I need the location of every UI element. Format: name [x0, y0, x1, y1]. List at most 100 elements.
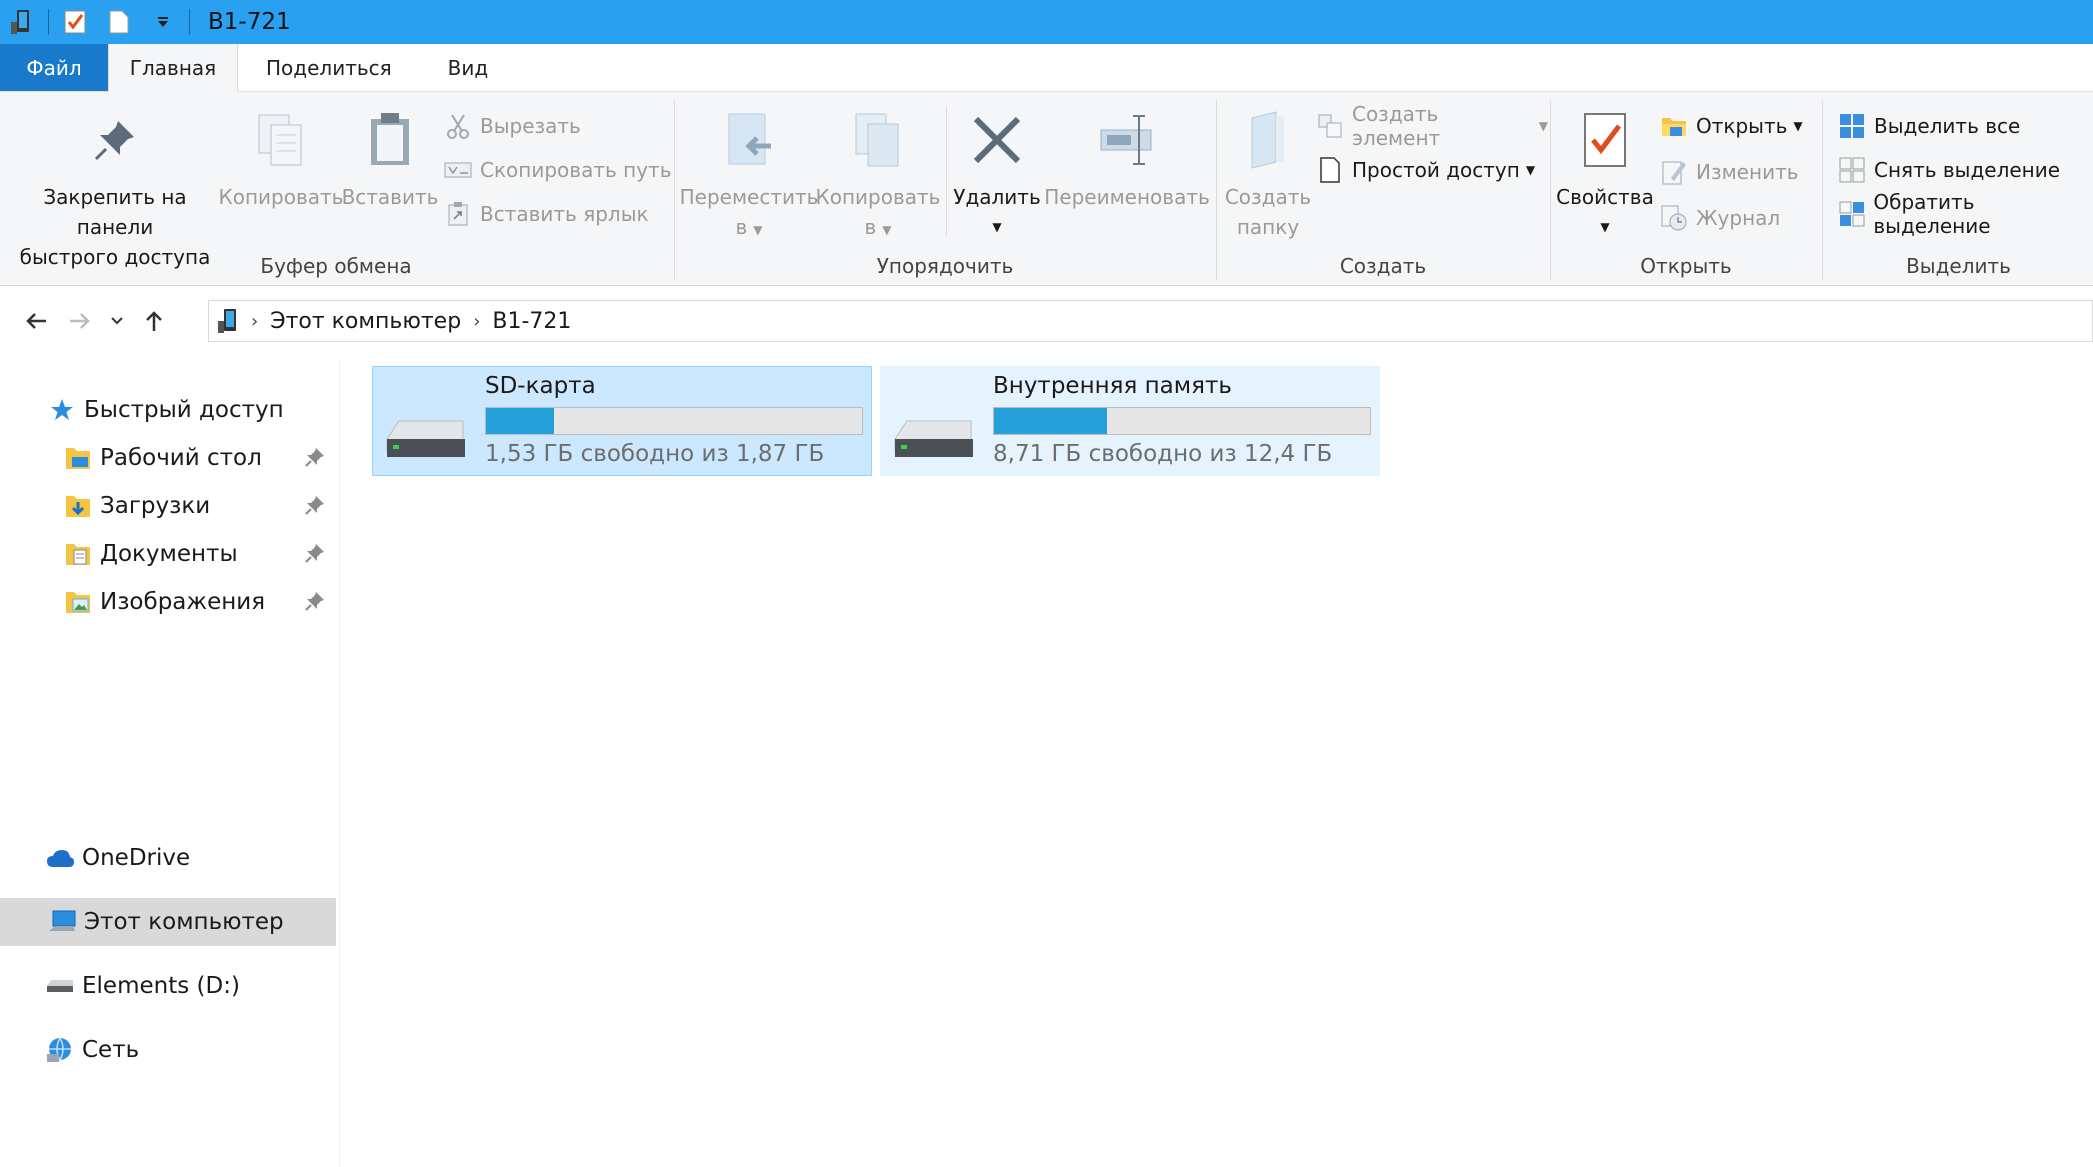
history-button[interactable]: Журнал	[1660, 200, 1780, 236]
easy-access-icon	[1316, 156, 1344, 184]
easy-access-dropdown-icon: ▼	[1525, 163, 1536, 177]
tab-home[interactable]: Главная	[108, 44, 238, 92]
edit-button[interactable]: Изменить	[1660, 154, 1799, 190]
forward-arrow-icon[interactable]	[58, 299, 102, 343]
edit-icon	[1660, 158, 1688, 186]
drive-icon	[891, 411, 977, 465]
easy-access-button[interactable]: Простой доступ ▼	[1316, 152, 1535, 188]
pin-quick-access-button[interactable]: Закрепить на панели быстрого доступа	[6, 102, 224, 272]
paste-shortcut-button[interactable]: Вставить ярлык	[444, 196, 649, 232]
pin-icon[interactable]	[304, 542, 326, 564]
delete-button[interactable]: Удалить ▼	[952, 102, 1042, 242]
open-button[interactable]: Открыть ▼	[1660, 108, 1803, 144]
select-all-button[interactable]: Выделить все	[1838, 108, 2020, 144]
nav-elements-drive[interactable]: Elements (D:)	[0, 962, 336, 1010]
drive-tile-sd-card[interactable]: SD-карта 1,53 ГБ свободно из 1,87 ГБ	[372, 366, 872, 476]
drive-usage-fill	[486, 408, 554, 434]
cut-button[interactable]: Вырезать	[444, 108, 581, 144]
select-none-button[interactable]: Снять выделение	[1838, 152, 2060, 188]
new-item-button[interactable]: Создать элемент ▼	[1316, 102, 1549, 150]
new-item-label: Создать элемент	[1351, 102, 1441, 150]
move-to-button[interactable]: Переместить в ▼	[680, 102, 818, 245]
customize-dropdown-icon[interactable]	[141, 0, 185, 44]
drive-icon	[44, 970, 76, 1002]
nav-desktop[interactable]: Рабочий стол	[0, 434, 336, 482]
device-icon	[215, 307, 241, 335]
rename-icon	[1095, 108, 1159, 172]
new-folder-button[interactable]: Создать папку	[1220, 102, 1316, 242]
downloads-folder-icon	[62, 490, 94, 522]
properties-label: Свойства	[1556, 185, 1654, 209]
group-separator	[674, 100, 675, 280]
back-arrow-icon[interactable]	[14, 299, 58, 343]
nav-documents[interactable]: Документы	[0, 530, 336, 578]
nav-downloads[interactable]: Загрузки	[0, 482, 336, 530]
pin-icon[interactable]	[304, 494, 326, 516]
copy-path-label: Скопировать путь	[480, 158, 672, 182]
properties-button[interactable]: Свойства ▼	[1552, 102, 1658, 242]
edit-label: Изменить	[1696, 160, 1799, 184]
nav-desktop-label: Рабочий стол	[100, 445, 262, 471]
breadcrumb-device[interactable]: B1-721	[492, 309, 571, 334]
open-dropdown-icon: ▼	[1793, 119, 1803, 133]
properties-check-icon[interactable]	[53, 0, 97, 44]
history-label: Журнал	[1696, 206, 1781, 230]
nav-this-pc[interactable]: Этот компьютер	[0, 898, 336, 946]
pin-label-line1: Закрепить на панели	[43, 185, 187, 239]
tab-file[interactable]: Файл	[0, 44, 108, 91]
copy-to-button[interactable]: Копировать в ▼	[816, 102, 940, 245]
breadcrumb-chevron-right-icon[interactable]: ›	[251, 311, 258, 332]
cloud-icon	[44, 842, 76, 874]
nav-elements-label: Elements (D:)	[82, 973, 240, 999]
up-arrow-icon[interactable]	[132, 299, 176, 343]
pin-icon[interactable]	[304, 446, 326, 468]
device-icon[interactable]	[0, 0, 44, 44]
copy-path-button[interactable]: Скопировать путь	[444, 152, 671, 188]
copy-to-label-line2: в ▼	[864, 215, 892, 239]
nav-quick-access[interactable]: Быстрый доступ	[0, 386, 336, 434]
tab-share[interactable]: Поделиться	[238, 44, 420, 91]
breadcrumb-chevron-right-icon[interactable]: ›	[473, 311, 480, 332]
open-group-label: Открыть	[1640, 254, 1732, 278]
delete-dropdown-icon[interactable]: ▼	[992, 212, 1001, 242]
select-none-icon	[1838, 156, 1866, 184]
group-separator	[1550, 100, 1551, 280]
invert-selection-icon	[1838, 200, 1865, 228]
copy-button[interactable]: Копировать	[219, 102, 343, 212]
address-bar[interactable]: › Этот компьютер › B1-721	[208, 300, 2093, 342]
drive-usage-fill	[994, 408, 1107, 434]
nav-pictures[interactable]: Изображения	[0, 578, 336, 626]
nav-onedrive[interactable]: OneDrive	[0, 834, 336, 882]
pin-icon[interactable]	[304, 590, 326, 612]
copy-to-label-line1: Копировать	[815, 185, 941, 209]
pin-icon	[83, 108, 147, 172]
computer-icon	[46, 906, 78, 938]
paste-button[interactable]: Вставить	[340, 102, 440, 212]
new-folder-label-line2: папку	[1236, 215, 1300, 239]
create-group: Создать папку Создать элемент ▼ Простой …	[1218, 92, 1548, 286]
invert-selection-button[interactable]: Обратить выделение	[1838, 190, 2093, 238]
delete-label: Удалить	[953, 185, 1041, 209]
rename-button[interactable]: Переименовать	[1044, 102, 1210, 212]
copy-to-icon	[846, 108, 910, 172]
select-group: Выделить все Снять выделение Обратить вы…	[1824, 92, 2093, 286]
clipboard-group: Закрепить на панели быстрого доступа Коп…	[0, 92, 672, 286]
nav-network[interactable]: Сеть	[0, 1026, 336, 1074]
tab-view[interactable]: Вид	[420, 44, 517, 91]
new-folder-icon[interactable]	[97, 0, 141, 44]
nav-onedrive-label: OneDrive	[82, 845, 191, 871]
title-bar: B1-721	[0, 0, 2093, 44]
properties-check-icon	[1573, 108, 1637, 172]
history-icon	[1660, 204, 1688, 232]
drive-free-space: 1,53 ГБ свободно из 1,87 ГБ	[485, 441, 825, 467]
select-none-label: Снять выделение	[1874, 158, 2061, 182]
drive-usage-bar	[993, 407, 1371, 435]
recent-locations-chevron-down-icon[interactable]	[102, 299, 132, 343]
new-item-dropdown-icon: ▼	[1538, 119, 1549, 133]
breadcrumb-this-pc[interactable]: Этот компьютер	[270, 309, 461, 334]
properties-dropdown-icon[interactable]: ▼	[1600, 212, 1609, 242]
copy-path-icon	[444, 156, 472, 184]
scissors-icon	[444, 112, 472, 140]
drive-tile-internal-memory[interactable]: Внутренняя память 8,71 ГБ свободно из 12…	[880, 366, 1380, 476]
invert-selection-label: Обратить выделение	[1873, 190, 1991, 238]
